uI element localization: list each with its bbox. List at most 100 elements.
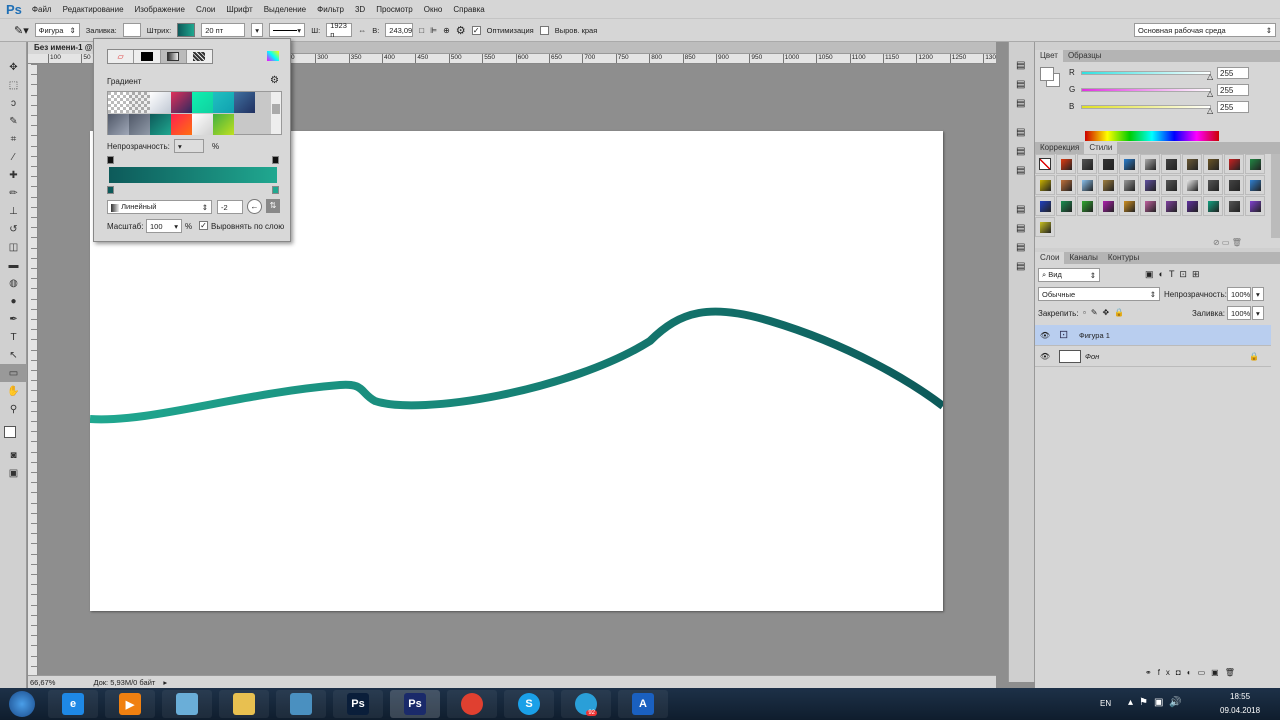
channel-slider-b[interactable] [1081,105,1211,109]
solid-color-button[interactable] [134,50,161,63]
path-alignment-icon[interactable]: ⊫ [430,26,437,35]
menu-item[interactable]: Шрифт [226,5,252,14]
3d-panel-icon[interactable]: ▤ [1016,242,1025,253]
gradient-button[interactable] [160,50,187,63]
type-tool-icon[interactable]: T [0,328,27,346]
color-stop-left[interactable] [107,186,114,194]
style-swatch[interactable] [1119,175,1139,195]
style-swatch[interactable] [1182,175,1202,195]
opacity-input[interactable]: ▾ [174,139,204,153]
path-arrangement-icon[interactable]: ⊕ [443,26,450,35]
layer-opacity-input[interactable]: 100% [1227,287,1251,301]
menu-item[interactable]: Справка [453,5,484,14]
path-select-tool-icon[interactable]: ↖ [0,346,27,364]
language-indicator[interactable]: EN [1100,699,1111,708]
optimize-checkbox[interactable]: ✓ [471,25,481,35]
style-swatch[interactable] [1077,196,1097,216]
style-swatch[interactable] [1035,175,1055,195]
style-swatch[interactable] [1245,196,1265,216]
tab-color[interactable]: Цвет [1035,50,1063,62]
brush-tool-icon[interactable]: ✏ [0,184,27,202]
start-button[interactable] [2,690,42,718]
width-input[interactable]: 1923 п [326,21,353,39]
style-swatch[interactable] [1140,154,1160,174]
path-operations-icon[interactable]: □ [419,26,424,35]
style-swatch[interactable] [1224,196,1244,216]
marquee-tool-icon[interactable]: ⬚ [0,76,27,94]
dodge-tool-icon[interactable]: ● [0,292,27,310]
style-swatch[interactable] [1056,154,1076,174]
zoom-tool-icon[interactable]: ⚲ [0,400,27,418]
color-picker-icon[interactable] [267,51,279,61]
presets-scrollbar[interactable] [271,92,281,134]
pen-tool-icon[interactable]: ✎▾ [14,24,29,37]
channel-value[interactable]: 255 [1217,84,1249,96]
char-styles-panel-icon[interactable]: ▤ [1016,223,1025,234]
color-spectrum[interactable] [1085,131,1219,141]
style-swatch[interactable] [1098,154,1118,174]
history-brush-tool-icon[interactable]: ↺ [0,220,27,238]
link-icon[interactable]: ⇔ [358,26,366,35]
style-swatch[interactable] [1224,154,1244,174]
quick-mask-icon[interactable]: ◙ [0,446,27,464]
layer-row[interactable]: 👁 ⊡ Фигура 1 [1035,325,1271,346]
document-tab[interactable]: Без имени-1 @ [28,42,99,54]
pen-tool-icon[interactable]: ✒ [0,310,27,328]
style-swatch[interactable] [1161,154,1181,174]
screen-mode-icon[interactable]: ▣ [0,464,27,482]
height-input[interactable]: 243,09 [385,23,414,37]
menu-item[interactable]: Фильтр [317,5,344,14]
foreground-color-swatch[interactable] [1040,67,1054,81]
style-swatch[interactable] [1203,175,1223,195]
gradient-preset[interactable] [213,92,234,113]
tab-swatches[interactable]: Образцы [1063,50,1107,62]
slider-handle[interactable]: △ [1207,106,1213,115]
channel-value[interactable]: 255 [1217,101,1249,113]
menu-item[interactable]: Выделение [264,5,306,14]
gradient-type-select[interactable]: Линейный ⇕ [107,200,212,214]
brush-panel-icon[interactable]: ▤ [1016,127,1025,138]
style-swatch[interactable] [1161,175,1181,195]
stroke-width-dropdown[interactable]: ▾ [251,23,264,37]
gradient-preset[interactable] [171,92,192,113]
eraser-tool-icon[interactable]: ◫ [0,238,27,256]
menu-item[interactable]: Просмотр [376,5,413,14]
style-swatch[interactable] [1119,154,1139,174]
layers-footer-icons[interactable]: ⚭fx◘◐▭▣🗑 [1145,668,1241,677]
angle-dial[interactable]: ← [247,199,262,214]
style-swatch[interactable] [1245,175,1265,195]
no-color-button[interactable]: ▱ [108,50,135,63]
tab-paths[interactable]: Контуры [1103,252,1144,264]
style-swatch[interactable] [1203,154,1223,174]
shape-tool-icon[interactable]: ▭ [0,364,27,382]
layer-fill-dropdown[interactable]: ▾ [1252,306,1264,320]
gradient-preset[interactable] [129,92,150,113]
style-swatch[interactable] [1140,175,1160,195]
quick-select-tool-icon[interactable]: ✎ [0,112,27,130]
gear-icon[interactable]: ⚙ [270,75,279,86]
taskbar-media-player[interactable]: ▶ [105,690,155,718]
gear-icon[interactable]: ⚙ [456,24,466,37]
style-swatch[interactable] [1203,196,1223,216]
taskbar-internet-explorer[interactable]: e [48,690,98,718]
gradient-bar[interactable] [109,167,277,183]
blend-mode-select[interactable]: Обычные ⇕ [1038,287,1160,301]
style-swatch[interactable] [1224,175,1244,195]
layer-filter-icons[interactable]: ▣◐T⊡⊞ [1145,269,1205,280]
styles-footer-icons[interactable]: ⊘ ▭ 🗑 [1213,238,1242,247]
align-edges-checkbox[interactable] [539,25,549,35]
layer-comps-panel-icon[interactable]: ▤ [1016,261,1025,272]
stamp-tool-icon[interactable]: ⊥ [0,202,27,220]
style-swatch[interactable] [1182,154,1202,174]
menu-item[interactable]: Окно [424,5,443,14]
style-swatch[interactable] [1098,196,1118,216]
doc-info[interactable]: Док: 5,93M/0 байт [93,678,155,687]
layer-opacity-dropdown[interactable]: ▾ [1252,287,1264,301]
gradient-preset[interactable] [234,92,255,113]
taskbar-chrome[interactable] [447,690,497,718]
tool-presets-panel-icon[interactable]: ▤ [1016,204,1025,215]
angle-input[interactable]: -2 [217,200,243,214]
tab-adjustments[interactable]: Коррекция [1035,142,1084,154]
pattern-button[interactable] [187,50,212,63]
gradient-preset[interactable] [108,114,129,135]
